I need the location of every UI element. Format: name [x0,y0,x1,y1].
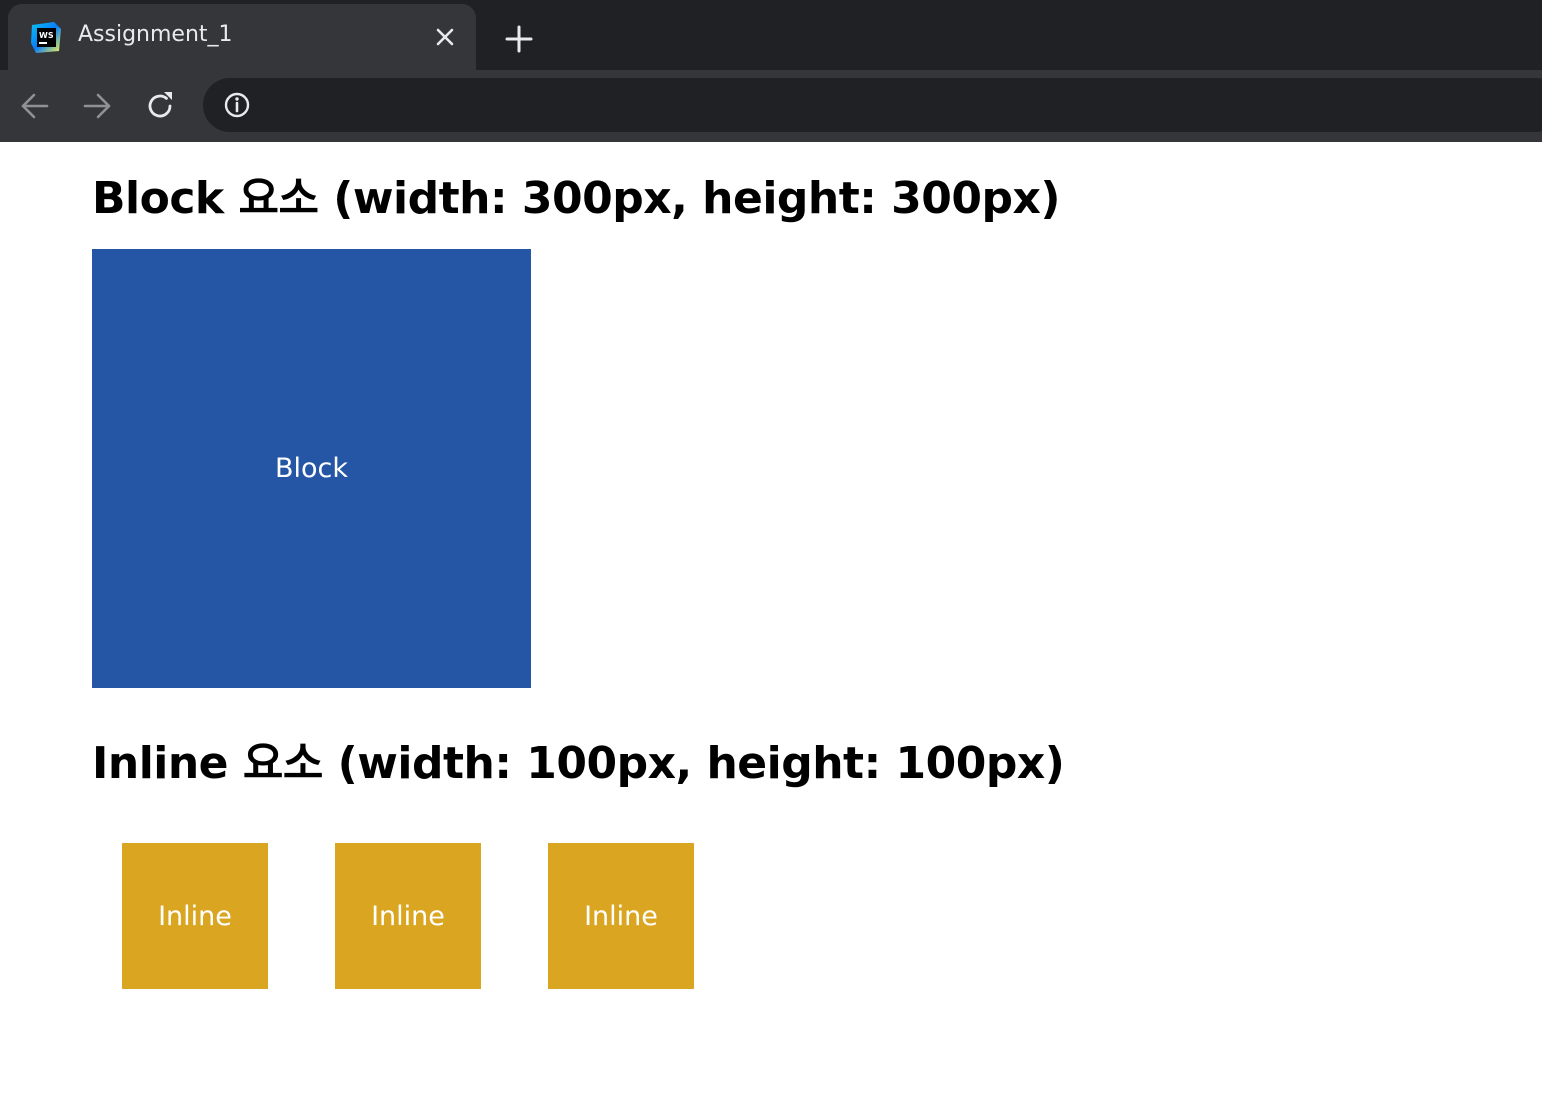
inline-label: Inline [371,900,445,932]
tab-strip: WS Assignment_1 [0,0,1542,70]
inline-element: Inline [335,843,481,989]
address-bar[interactable] [203,78,1542,134]
browser-chrome: WS Assignment_1 [0,0,1542,142]
toolbar [0,70,1542,142]
tab-title: Assignment_1 [78,22,233,47]
arrow-left-icon[interactable] [15,86,55,126]
plus-icon[interactable] [500,20,538,58]
info-icon[interactable] [221,89,253,121]
address-input[interactable] [267,78,1521,134]
block-label: Block [274,453,349,484]
inline-element: Inline [122,843,268,989]
reload-icon[interactable] [140,86,180,126]
close-icon[interactable] [428,20,462,54]
block-element: Block [92,249,531,688]
inline-element: Inline [548,843,694,989]
svg-text:WS: WS [39,31,54,40]
inline-heading: Inline 요소 (width: 100px, height: 100px) [92,738,1065,789]
block-heading: Block 요소 (width: 300px, height: 300px) [92,173,1061,224]
webstorm-icon: WS [31,22,61,53]
page-content: Block 요소 (width: 300px, height: 300px) B… [0,142,1542,1113]
inline-label: Inline [158,900,232,932]
arrow-right-icon[interactable] [77,86,117,126]
tab-assignment[interactable]: WS Assignment_1 [8,4,476,70]
inline-label: Inline [584,900,658,932]
